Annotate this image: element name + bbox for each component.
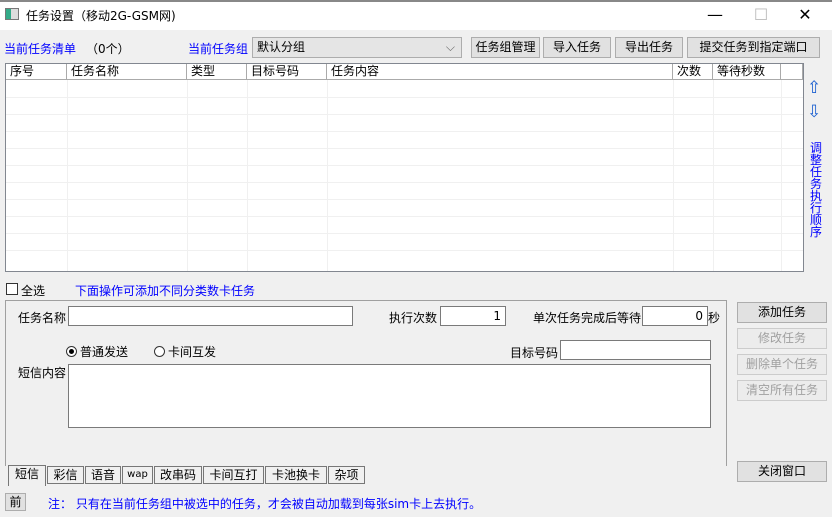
submit-to-port-button[interactable]: 提交任务到指定端口 bbox=[687, 37, 820, 58]
grid-line bbox=[781, 80, 782, 271]
grid-line bbox=[6, 148, 803, 149]
modify-task-button[interactable]: 修改任务 bbox=[737, 328, 827, 349]
select-all-label: 全选 bbox=[21, 284, 46, 298]
col-header[interactable]: 等待秒数 bbox=[713, 64, 781, 79]
prev-button[interactable]: 前 bbox=[5, 493, 26, 511]
clear-tasks-button[interactable]: 清空所有任务 bbox=[737, 380, 827, 401]
tab-mms[interactable]: 彩信 bbox=[47, 466, 84, 484]
col-header[interactable]: 序号 bbox=[6, 64, 67, 79]
wait-label: 单次任务完成后等待 bbox=[533, 311, 642, 325]
grid-line bbox=[327, 80, 328, 271]
status-note: 注： 只有在当前任务组中被选中的任务，才会被自动加载到每张sim卡上去执行。 bbox=[48, 497, 482, 511]
radio-label: 卡间互发 bbox=[168, 345, 217, 359]
select-all-checkbox[interactable] bbox=[6, 283, 18, 295]
grid-line bbox=[6, 250, 803, 251]
tab-change-imei[interactable]: 改串码 bbox=[154, 466, 202, 484]
grid-line bbox=[67, 80, 68, 271]
tab-wap[interactable]: wap bbox=[122, 466, 153, 484]
move-down-icon[interactable]: ⇩ bbox=[807, 102, 821, 122]
col-header[interactable]: 次数 bbox=[673, 64, 713, 79]
task-group-value: 默认分组 bbox=[257, 40, 306, 54]
table-header: 序号 任务名称 类型 目标号码 任务内容 次数 等待秒数 bbox=[6, 64, 803, 80]
tab-card-call[interactable]: 卡间互打 bbox=[203, 466, 264, 484]
tab-card-pool[interactable]: 卡池换卡 bbox=[265, 466, 327, 484]
group-manage-button[interactable]: 任务组管理 bbox=[471, 37, 540, 58]
col-header[interactable]: 类型 bbox=[187, 64, 247, 79]
radio-normal-send[interactable]: 普通发送 bbox=[66, 343, 128, 360]
grid-line bbox=[6, 165, 803, 166]
task-group-select[interactable]: 默认分组 ⌵ bbox=[252, 37, 462, 58]
adjust-order-label: 调整任务执行顺序 bbox=[810, 141, 823, 239]
target-number-input[interactable] bbox=[560, 340, 711, 360]
tab-sms[interactable]: 短信 bbox=[8, 465, 46, 486]
radio-card-mutual[interactable]: 卡间互发 bbox=[154, 343, 216, 360]
grid-line bbox=[187, 80, 188, 271]
task-table[interactable]: 序号 任务名称 类型 目标号码 任务内容 次数 等待秒数 bbox=[5, 63, 804, 272]
close-dialog-button[interactable]: 关闭窗口 bbox=[737, 461, 827, 482]
radio-label: 普通发送 bbox=[80, 345, 129, 359]
col-header[interactable]: 任务名称 bbox=[67, 64, 187, 79]
import-button[interactable]: 导入任务 bbox=[543, 37, 611, 58]
close-window-button[interactable]: ✕ bbox=[782, 0, 828, 30]
export-button[interactable]: 导出任务 bbox=[615, 37, 683, 58]
task-list-label: 当前任务清单 bbox=[4, 42, 77, 56]
col-header-filler bbox=[781, 64, 803, 79]
tab-voice[interactable]: 语音 bbox=[85, 466, 121, 484]
col-header[interactable]: 任务内容 bbox=[327, 64, 673, 79]
chevron-down-icon: ⌵ bbox=[445, 40, 455, 54]
task-name-label: 任务名称 bbox=[18, 311, 67, 325]
sms-content-textarea[interactable] bbox=[68, 364, 711, 428]
col-header[interactable]: 目标号码 bbox=[247, 64, 327, 79]
target-number-label: 目标号码 bbox=[510, 346, 559, 360]
radio-icon bbox=[66, 346, 77, 357]
sms-content-label: 短信内容 bbox=[18, 366, 67, 380]
tab-misc[interactable]: 杂项 bbox=[328, 466, 365, 484]
add-task-button[interactable]: 添加任务 bbox=[737, 302, 827, 323]
grid-line bbox=[6, 97, 803, 98]
radio-icon bbox=[154, 346, 165, 357]
wait-seconds-input[interactable]: 0 bbox=[642, 306, 708, 326]
exec-count-input[interactable]: 1 bbox=[440, 306, 506, 326]
grid-line bbox=[713, 80, 714, 271]
hint-text: 下面操作可添加不同分类数卡任务 bbox=[75, 284, 256, 298]
grid-line bbox=[6, 182, 803, 183]
delete-task-button[interactable]: 删除单个任务 bbox=[737, 354, 827, 375]
move-up-icon[interactable]: ⇧ bbox=[807, 78, 821, 98]
grid-line bbox=[6, 233, 803, 234]
maximize-button[interactable]: ☐ bbox=[738, 0, 784, 30]
window-title: 任务设置（移动2G-GSM网) bbox=[26, 9, 176, 23]
seconds-unit: 秒 bbox=[708, 311, 721, 325]
minimize-button[interactable]: — bbox=[692, 0, 738, 30]
app-icon bbox=[5, 8, 19, 20]
task-count: （0个） bbox=[86, 42, 130, 56]
grid-line bbox=[6, 199, 803, 200]
grid-line bbox=[6, 216, 803, 217]
grid-line bbox=[6, 131, 803, 132]
task-group-label: 当前任务组 bbox=[188, 42, 249, 56]
exec-count-label: 执行次数 bbox=[389, 311, 438, 325]
task-name-input[interactable] bbox=[68, 306, 353, 326]
grid-line bbox=[247, 80, 248, 271]
grid-line bbox=[6, 114, 803, 115]
grid-line bbox=[673, 80, 674, 271]
